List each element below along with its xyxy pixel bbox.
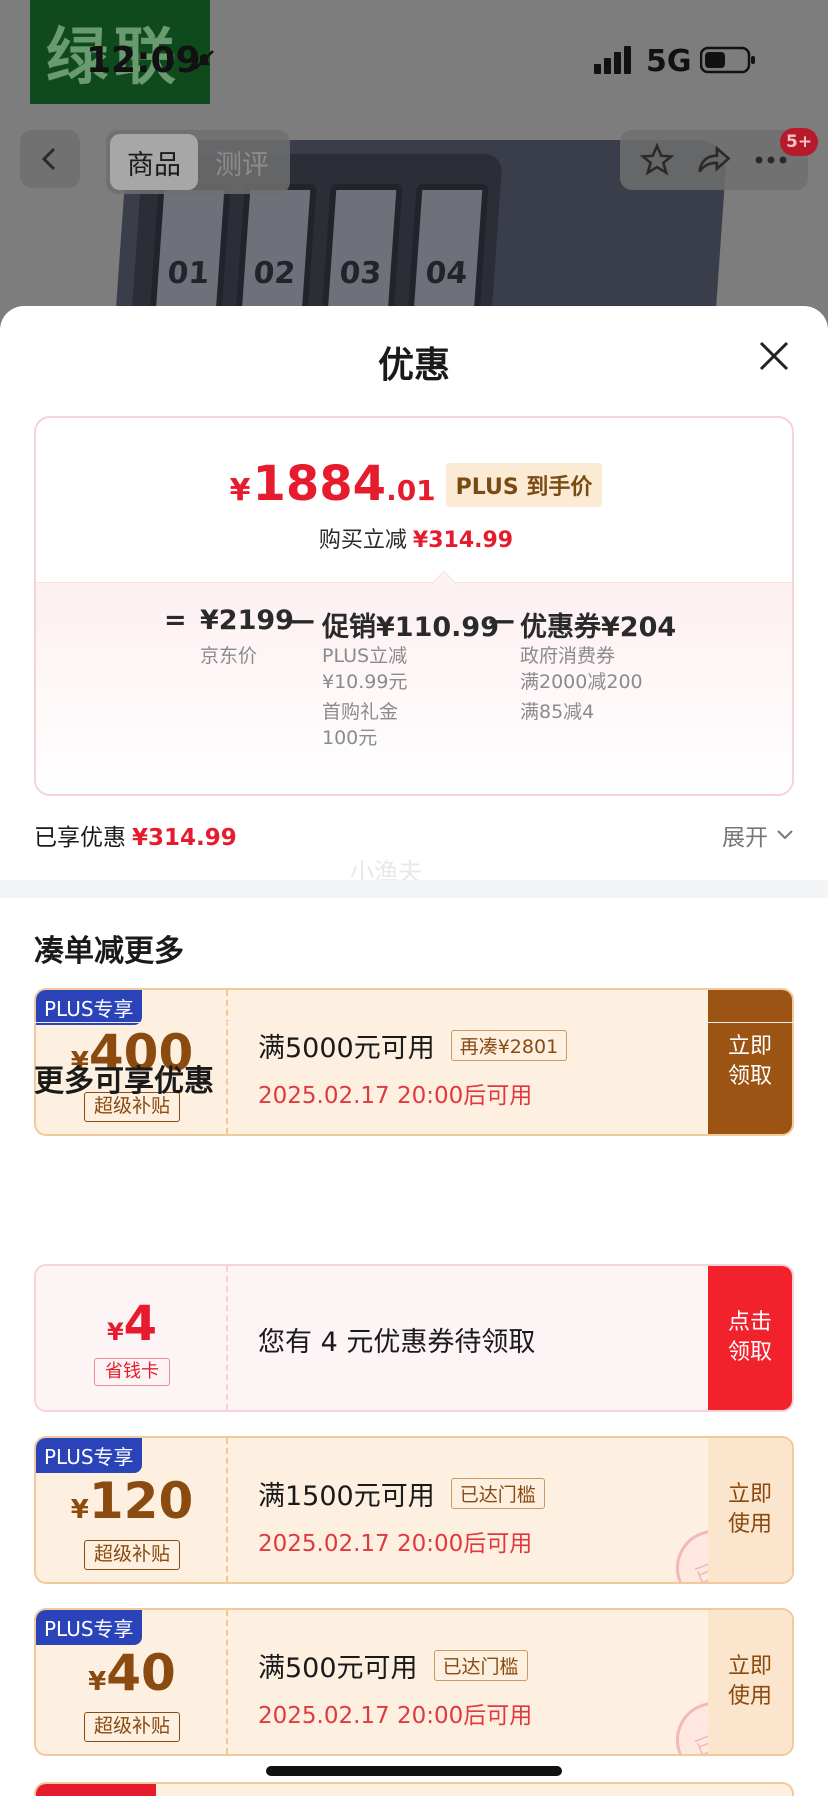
enjoyed-label: 已享优惠 xyxy=(34,825,126,851)
platform-subsidy-ribbon xyxy=(36,1784,156,1796)
promo-item: PLUS立减 ¥10.99元 xyxy=(322,645,408,693)
coupon-valid-date: 2025.02.17 20:00后可用 xyxy=(258,1703,533,1729)
coupon-condition: 满5000元可用 再凑¥2801 xyxy=(258,1026,568,1065)
coupon-condition-text: 满500元可用 xyxy=(258,1653,418,1684)
coupon-threshold-tag: 已达门槛 xyxy=(450,1478,545,1509)
tab-product[interactable]: 商品 xyxy=(110,134,198,190)
coupon-amount-number: 120 xyxy=(88,1472,194,1530)
coupon-amount-number: 40 xyxy=(106,1644,176,1702)
claim-saver-button[interactable]: 点击 领取 xyxy=(708,1266,792,1410)
sheet-title: 优惠 xyxy=(377,345,450,386)
coupon-currency: ¥ xyxy=(88,1667,107,1697)
coupon-condition: 满1500元可用 已达门槛 xyxy=(258,1474,545,1513)
saver-card-tag: 省钱卡 xyxy=(94,1358,170,1386)
home-indicator xyxy=(266,1766,562,1776)
claim-coupon-button[interactable]: 立即 领取 xyxy=(708,990,792,1134)
coupon-gap-tag: 再凑¥2801 xyxy=(450,1030,568,1061)
coupon-total: 优惠券¥204 xyxy=(520,612,677,643)
instant-discount-label: 购买立减 xyxy=(318,528,407,553)
coupon-subsidy-tag: 超级补贴 xyxy=(84,1712,180,1742)
bell-off-icon xyxy=(194,50,214,70)
coupon-subsidy-tag: 超级补贴 xyxy=(84,1540,180,1570)
final-price: ¥ 1884 .01 PLUS 到手价 xyxy=(36,456,792,513)
close-icon[interactable] xyxy=(756,338,792,374)
network-label: 5G xyxy=(646,44,692,79)
instant-discount-value: ¥314.99 xyxy=(412,528,514,553)
coupon-item: 满85减4 xyxy=(520,701,595,723)
coupon-valid-date: 2025.02.17 20:00后可用 xyxy=(258,1531,533,1557)
promo-item: 首购礼金 100元 xyxy=(322,701,399,749)
message-badge: 5+ xyxy=(780,128,819,156)
star-icon[interactable] xyxy=(638,141,676,179)
clock: 12:09 xyxy=(86,40,201,81)
plus-ribbon: PLUS专享 xyxy=(36,1438,142,1473)
use-coupon-button[interactable]: 立即 使用 xyxy=(708,1438,792,1582)
saver-currency: ¥ xyxy=(106,1318,124,1346)
price-currency: ¥ xyxy=(229,473,251,508)
price-breakdown: = ¥2199 京东价 — 促销¥110.99 PLUS立减 ¥10.99元 首… xyxy=(36,582,792,794)
discount-sheet: 优惠 ¥ 1884 .01 PLUS 到手价 购买立减 ¥314.99 = ¥21… xyxy=(0,306,828,1796)
coupon-item: 政府消费券 满2000减200 xyxy=(520,645,643,693)
coupon-condition: 满500元可用 已达门槛 xyxy=(258,1646,528,1685)
plus-ribbon: PLUS专享 xyxy=(36,990,142,1025)
price-summary-card: ¥ 1884 .01 PLUS 到手价 购买立减 ¥314.99 = ¥2199 … xyxy=(34,416,794,796)
price-decimal: .01 xyxy=(386,474,436,507)
promo-total: 促销¥110.99 xyxy=(322,612,499,643)
price-integer: 1884 xyxy=(252,456,387,512)
coupon-currency: ¥ xyxy=(70,1495,89,1525)
minus-sign: — xyxy=(288,605,315,636)
jd-price-label: 京东价 xyxy=(200,645,258,667)
top-navigation: 商品 测评 5+ xyxy=(0,128,828,194)
coupon-amount: ¥120 xyxy=(36,1472,228,1530)
saver-value-panel: ¥4 省钱卡 xyxy=(36,1266,228,1410)
equals-sign: = xyxy=(164,605,187,636)
saver-amount: ¥4 xyxy=(36,1296,228,1352)
divider xyxy=(34,1022,794,1023)
coupon-condition-text: 满5000元可用 xyxy=(258,1033,435,1064)
use-coupon-button[interactable]: 立即 使用 xyxy=(708,1610,792,1754)
saver-card-coupon: ¥4 省钱卡 您有 4 元优惠券待领取 点击 领取 xyxy=(34,1264,794,1412)
expand-label: 展开 xyxy=(722,825,768,851)
coupon-card: PLUS专享 ¥120 超级补贴 满1500元可用 已达门槛 2025.02.1… xyxy=(34,1436,794,1584)
expand-button[interactable]: 展开 xyxy=(722,818,794,852)
coupon-threshold-tag: 已达门槛 xyxy=(433,1650,528,1681)
jd-price: ¥2199 xyxy=(200,605,294,636)
section-title-more: 更多可享优惠 xyxy=(34,1064,214,1099)
signal-icon xyxy=(594,46,631,74)
coupon-value-panel: PLUS专享 ¥120 超级补贴 xyxy=(36,1438,228,1582)
back-button[interactable] xyxy=(20,130,80,188)
plus-ribbon: PLUS专享 xyxy=(36,1610,142,1645)
coupon-valid-date: 2025.02.17 20:00后可用 xyxy=(258,1083,533,1109)
coupon-condition-text: 满1500元可用 xyxy=(258,1481,435,1512)
plus-price-tag: PLUS 到手价 xyxy=(445,463,603,507)
back-arrow-icon xyxy=(41,147,56,171)
saver-amount-number: 4 xyxy=(123,1296,158,1352)
section-divider xyxy=(0,880,828,898)
battery-icon xyxy=(700,46,755,74)
status-bar: 12:09 5G xyxy=(0,0,828,110)
tab-group: 商品 测评 xyxy=(106,130,290,194)
share-icon[interactable] xyxy=(695,141,733,179)
coupon-value-panel: PLUS专享 ¥40 超级补贴 xyxy=(36,1610,228,1754)
coupon-card: PLUS专享 ¥40 超级补贴 满500元可用 已达门槛 2025.02.17 … xyxy=(34,1608,794,1756)
tab-review[interactable]: 测评 xyxy=(198,134,286,190)
saver-text: 您有 4 元优惠券待领取 xyxy=(258,1327,536,1358)
minus-sign: — xyxy=(488,605,515,636)
next-coupon-peek xyxy=(34,1782,794,1796)
chevron-down-icon xyxy=(777,830,793,840)
section-title-bundle: 凑单减更多 xyxy=(34,934,184,969)
enjoyed-value: ¥314.99 xyxy=(132,825,237,851)
instant-discount: 购买立减 ¥314.99 xyxy=(36,522,792,554)
coupon-amount: ¥40 xyxy=(36,1644,228,1702)
